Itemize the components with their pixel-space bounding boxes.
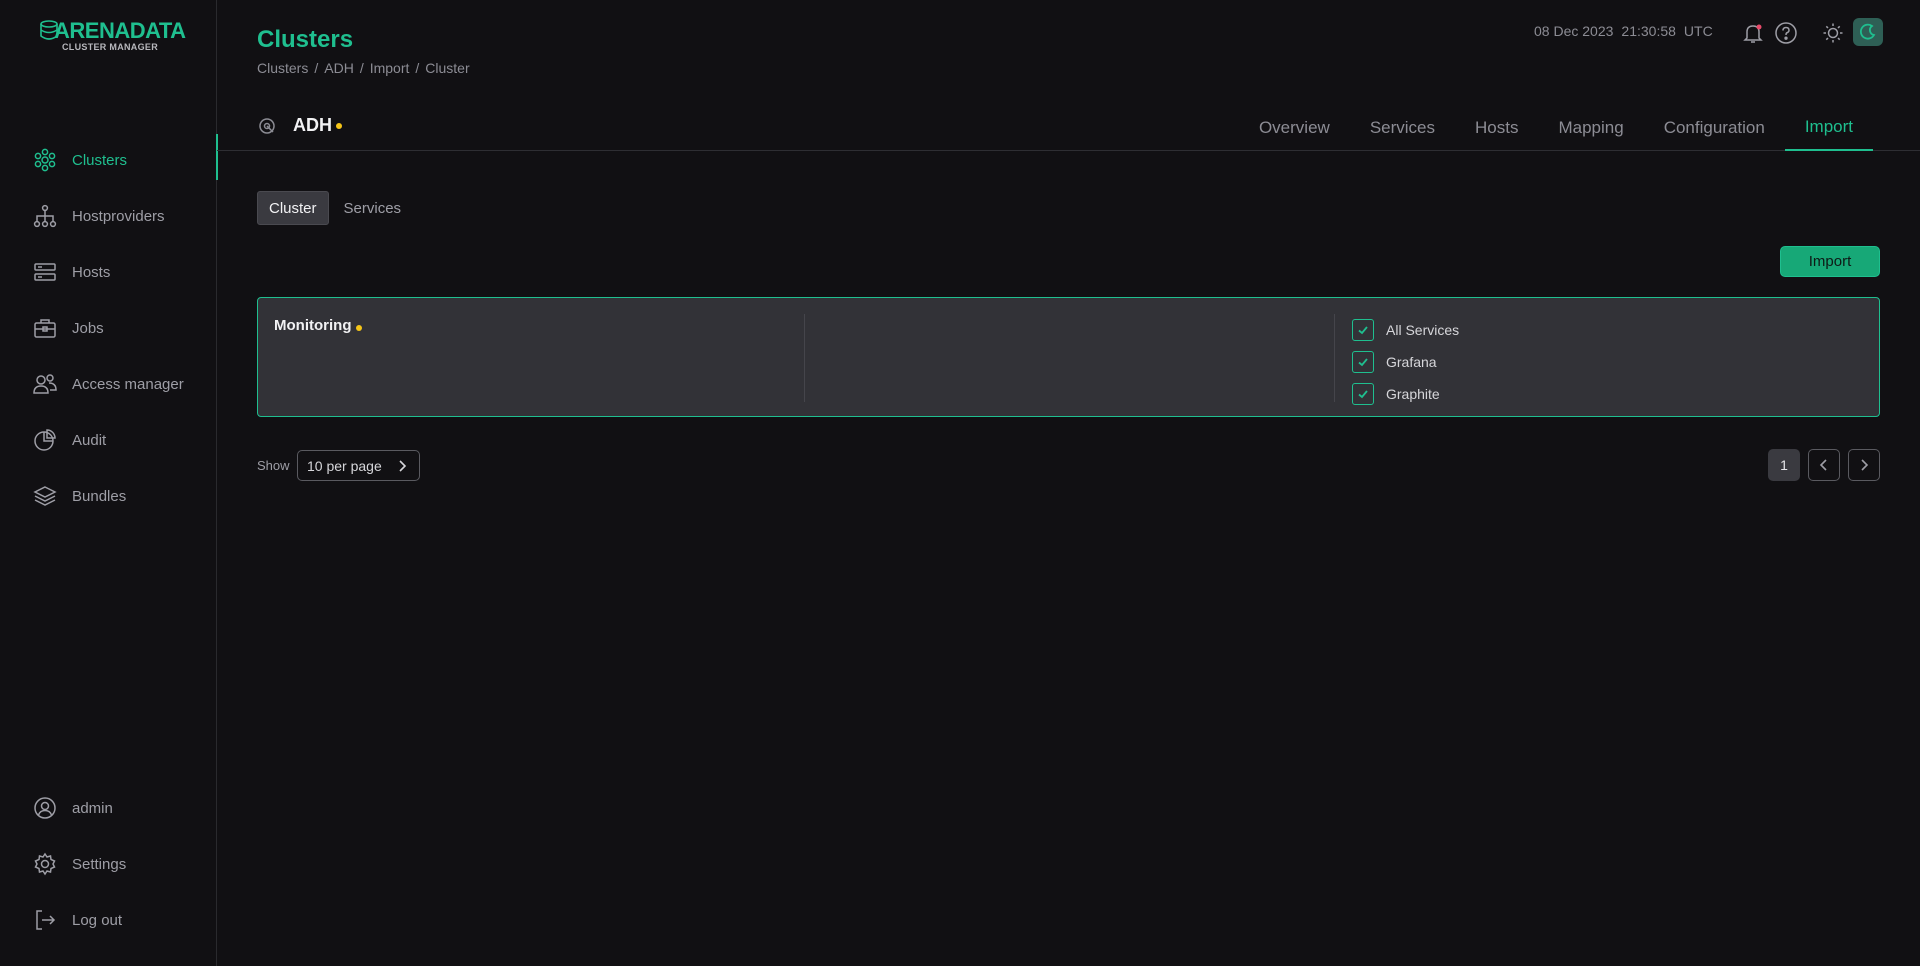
card-divider bbox=[1334, 314, 1335, 402]
service-checkbox-grafana[interactable]: Grafana bbox=[1352, 346, 1459, 378]
help-icon[interactable] bbox=[1773, 20, 1799, 46]
import-card: Monitoring All Services Grafana Graphite bbox=[257, 297, 1880, 417]
service-checkbox-all-services[interactable]: All Services bbox=[1352, 314, 1459, 346]
per-page-select[interactable]: 10 per page bbox=[297, 450, 420, 481]
cluster-status-icon bbox=[257, 116, 277, 141]
sidebar-item-settings[interactable]: Settings bbox=[0, 836, 217, 892]
logo[interactable]: ARENADATA CLUSTER MANAGER bbox=[40, 18, 186, 52]
entity-status-dot bbox=[336, 123, 342, 129]
clusters-icon bbox=[32, 147, 58, 173]
entity-tabs: Overview Services Hosts Mapping Configur… bbox=[1239, 104, 1873, 151]
check-icon bbox=[1358, 390, 1368, 399]
service-checkbox-graphite[interactable]: Graphite bbox=[1352, 378, 1459, 410]
services-checklist: All Services Grafana Graphite bbox=[1352, 314, 1459, 410]
tab-overview[interactable]: Overview bbox=[1239, 104, 1350, 151]
checkbox-checked[interactable] bbox=[1352, 319, 1374, 341]
prev-page-button[interactable] bbox=[1808, 449, 1840, 481]
entity-name: ADH bbox=[293, 115, 332, 135]
check-icon bbox=[1358, 358, 1368, 367]
tab-mapping[interactable]: Mapping bbox=[1538, 104, 1643, 151]
show-label: Show bbox=[257, 458, 290, 473]
import-card-status-dot bbox=[356, 325, 362, 331]
service-label: All Services bbox=[1386, 322, 1460, 338]
gear-icon bbox=[32, 851, 58, 877]
sidebar-item-admin[interactable]: admin bbox=[0, 780, 217, 836]
logout-icon bbox=[32, 907, 58, 933]
next-page-button[interactable] bbox=[1848, 449, 1880, 481]
check-icon bbox=[1358, 326, 1368, 335]
tab-configuration[interactable]: Configuration bbox=[1644, 104, 1785, 151]
sidebar-item-label: Hosts bbox=[72, 263, 111, 281]
sidebar-item-access-manager[interactable]: Access manager bbox=[0, 356, 217, 412]
entity-header: ADH Overview Services Hosts Mapping Conf… bbox=[217, 104, 1920, 151]
sidebar-item-label: Jobs bbox=[72, 319, 104, 337]
breadcrumb-separator: / bbox=[415, 60, 420, 76]
timezone: UTC bbox=[1683, 23, 1713, 39]
chevron-right-icon bbox=[1861, 459, 1869, 471]
breadcrumb-item[interactable]: Clusters bbox=[257, 60, 308, 76]
sidebar-item-label: Audit bbox=[72, 431, 107, 449]
sidebar-item-jobs[interactable]: Jobs bbox=[0, 300, 217, 356]
logo-brand: ARENADATA bbox=[54, 18, 186, 43]
sidebar-item-hostproviders[interactable]: Hostproviders bbox=[0, 188, 217, 244]
card-divider bbox=[804, 314, 805, 402]
import-card-title: Monitoring bbox=[274, 317, 352, 334]
sidebar-item-label: Hostproviders bbox=[72, 207, 165, 225]
service-label: Graphite bbox=[1386, 386, 1440, 402]
hostproviders-icon bbox=[32, 203, 58, 229]
page-title: Clusters bbox=[257, 26, 354, 53]
sidebar-item-label: Access manager bbox=[72, 375, 184, 393]
sidebar-item-logout[interactable]: Log out bbox=[0, 892, 217, 948]
access-manager-icon bbox=[32, 371, 58, 397]
jobs-icon bbox=[32, 315, 58, 341]
sidebar-item-hosts[interactable]: Hosts bbox=[0, 244, 217, 300]
time: 21:30:58 bbox=[1621, 23, 1676, 39]
checkbox-checked[interactable] bbox=[1352, 351, 1374, 373]
sun-icon[interactable] bbox=[1820, 20, 1846, 46]
chevron-left-icon bbox=[1819, 459, 1827, 471]
tab-import[interactable]: Import bbox=[1784, 104, 1873, 151]
sidebar-item-audit[interactable]: Audit bbox=[0, 412, 217, 468]
per-page-value: 10 per page bbox=[307, 457, 382, 474]
tab-hosts[interactable]: Hosts bbox=[1455, 104, 1538, 151]
sidebar-bottom: admin Settings Log out bbox=[0, 780, 217, 948]
hosts-icon bbox=[32, 259, 58, 285]
chevron-right-icon bbox=[399, 460, 407, 472]
subtab-services[interactable]: Services bbox=[333, 191, 413, 225]
import-subtabs: Cluster Services bbox=[257, 191, 412, 225]
audit-icon bbox=[32, 427, 58, 453]
service-label: Grafana bbox=[1386, 354, 1437, 370]
breadcrumb-separator: / bbox=[314, 60, 319, 76]
user-icon bbox=[32, 795, 58, 821]
theme-toggle[interactable] bbox=[1853, 18, 1883, 46]
page-number-button[interactable]: 1 bbox=[1768, 449, 1800, 481]
bundles-icon bbox=[32, 483, 58, 509]
datetime: 08 Dec 2023 21:30:58 UTC bbox=[1534, 23, 1713, 39]
notifications-bell-icon[interactable] bbox=[1740, 20, 1766, 46]
sidebar-item-bundles[interactable]: Bundles bbox=[0, 468, 217, 524]
breadcrumb-separator: / bbox=[359, 60, 364, 76]
sidebar-item-label: Settings bbox=[72, 855, 127, 873]
logo-subtitle: CLUSTER MANAGER bbox=[62, 42, 158, 52]
breadcrumb-item[interactable]: Import bbox=[370, 60, 410, 76]
breadcrumb-item-current: Cluster bbox=[425, 60, 470, 76]
sidebar-item-clusters[interactable]: Clusters bbox=[0, 132, 218, 188]
sidebar-item-label: Bundles bbox=[72, 487, 127, 505]
import-button[interactable]: Import bbox=[1780, 246, 1880, 277]
sidebar-item-label: Log out bbox=[72, 911, 123, 929]
checkbox-checked[interactable] bbox=[1352, 383, 1374, 405]
sidebar-item-label: admin bbox=[72, 799, 113, 817]
breadcrumb-item[interactable]: ADH bbox=[324, 60, 354, 76]
subtab-cluster[interactable]: Cluster bbox=[257, 191, 329, 225]
breadcrumb: Clusters / ADH / Import / Cluster bbox=[257, 60, 470, 76]
moon-icon bbox=[1859, 23, 1876, 40]
tab-services[interactable]: Services bbox=[1350, 104, 1455, 151]
date: 08 Dec 2023 bbox=[1534, 23, 1614, 39]
sidebar: ARENADATA CLUSTER MANAGER Clusters Hostp… bbox=[0, 0, 218, 966]
sidebar-item-label: Clusters bbox=[72, 151, 128, 169]
sidebar-nav: Clusters Hostproviders Hosts Jobs Access… bbox=[0, 132, 218, 524]
